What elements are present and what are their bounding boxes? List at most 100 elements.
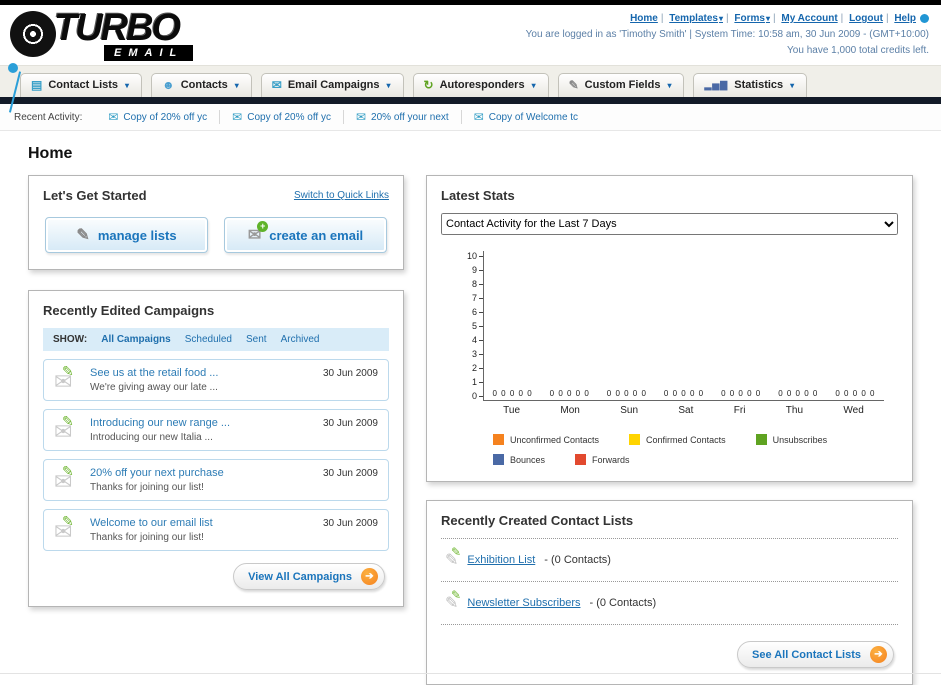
- campaign-title-link[interactable]: 20% off your next purchase: [90, 467, 306, 479]
- list-pencil-icon: [445, 593, 458, 613]
- value-label-group: 0 0 0 0 0: [663, 389, 705, 398]
- custom-fields-icon: ✎: [568, 78, 579, 92]
- recent-activity-text: Copy of Welcome tc: [488, 111, 579, 123]
- nav-tab-autoresponders[interactable]: ↻ Autoresponders: [412, 73, 549, 97]
- envelope-icon: [356, 110, 366, 124]
- header-links: Home| Templates| Forms| My Account| Logo…: [526, 11, 929, 27]
- page-bottom-border: [0, 673, 941, 683]
- legend-swatch: [575, 454, 587, 465]
- legend-label: Forwards: [592, 454, 630, 465]
- contact-list-name-link[interactable]: Exhibition List: [467, 554, 535, 566]
- logo-turbo-text: TURBO: [54, 7, 181, 49]
- logo-email-text: EMAIL: [104, 45, 194, 61]
- manage-lists-label: manage lists: [97, 227, 177, 243]
- arrow-right-icon: [870, 646, 887, 663]
- email-campaigns-icon: ✉: [271, 78, 282, 92]
- x-tick: Thu: [785, 405, 804, 416]
- manage-lists-button[interactable]: manage lists: [45, 217, 208, 253]
- campaign-row[interactable]: 20% off your next purchase Thanks for jo…: [43, 459, 389, 501]
- legend-label: Unconfirmed Contacts: [510, 434, 600, 445]
- chevron-down-icon: [386, 79, 391, 91]
- header-link-templates[interactable]: Templates: [669, 13, 723, 24]
- y-tick: 10: [467, 251, 483, 261]
- chart-value-labels: 0 0 0 0 0 0 0 0 0 0 0 0 0 0 0 0 0 0 0 0 …: [484, 389, 884, 398]
- left-column: Let's Get Started Switch to Quick Links …: [28, 175, 404, 607]
- header-link-help[interactable]: Help: [894, 13, 916, 24]
- contact-list-count: - (0 Contacts): [544, 554, 611, 566]
- value-label-group: 0 0 0 0 0: [778, 389, 819, 398]
- nav-tab-contacts[interactable]: ☻ Contacts: [151, 73, 252, 97]
- nav-tab-email-campaigns[interactable]: ✉ Email Campaigns: [260, 73, 404, 97]
- nav-tab-label: Contacts: [180, 79, 228, 91]
- value-label-group: 0 0 0 0 0: [835, 389, 876, 398]
- chevron-down-icon: [718, 13, 723, 24]
- contact-list-item[interactable]: Newsletter Subscribers - (0 Contacts): [441, 582, 898, 625]
- nav-tab-contact-lists[interactable]: ▤ Contact Lists: [20, 73, 143, 97]
- campaign-title-link[interactable]: See us at the retail food ...: [90, 367, 306, 379]
- help-dot-icon: [920, 13, 929, 23]
- filter-tab-scheduled[interactable]: Scheduled: [185, 334, 232, 345]
- recent-activity-item[interactable]: Copy of 20% off yc: [220, 110, 344, 124]
- campaign-subtitle: Thanks for joining our list!: [90, 532, 204, 543]
- legend-item-unconfirmed: Unconfirmed Contacts: [493, 434, 599, 445]
- latest-stats-title: Latest Stats: [441, 188, 515, 203]
- campaign-subtitle: Introducing our new Italia ...: [90, 432, 213, 443]
- legend-swatch: [755, 434, 767, 445]
- campaign-title-link[interactable]: Introducing our new range ...: [90, 417, 306, 429]
- see-all-contact-lists-label: See All Contact Lists: [751, 648, 861, 661]
- header-link-logout[interactable]: Logout: [849, 13, 883, 24]
- autoresponders-icon: ↻: [423, 78, 434, 92]
- get-started-panel: Let's Get Started Switch to Quick Links …: [28, 175, 404, 270]
- latest-stats-panel: Latest Stats Contact Activity for the La…: [426, 175, 913, 482]
- see-all-contact-lists-button[interactable]: See All Contact Lists: [736, 641, 894, 668]
- turbo-email-logo: TURBO EMAIL: [8, 7, 298, 113]
- chart-y-axis: 10 9 8 7 6 5 4 3 2 1 0: [441, 251, 483, 401]
- contact-list-count: - (0 Contacts): [589, 597, 657, 609]
- stats-range-select[interactable]: Contact Activity for the Last 7 Days: [441, 213, 898, 235]
- envelope-icon: [232, 110, 242, 124]
- campaign-date: 30 Jun 2009: [322, 468, 378, 479]
- campaign-row[interactable]: Welcome to our email list Thanks for joi…: [43, 509, 389, 551]
- y-tick: 4: [472, 335, 483, 345]
- header-link-home[interactable]: Home: [630, 13, 658, 24]
- login-info: You are logged in as 'Timothy Smith' | S…: [525, 29, 929, 40]
- create-email-button[interactable]: + create an email: [224, 217, 387, 253]
- view-all-campaigns-label: View All Campaigns: [248, 570, 352, 583]
- get-started-title: Let's Get Started: [43, 188, 147, 203]
- x-tick: Wed: [843, 405, 864, 416]
- recent-activity-item[interactable]: Copy of 20% off yc: [96, 110, 221, 124]
- recent-activity-item[interactable]: Copy of Welcome tc: [462, 110, 590, 124]
- legend-item-unsubscribes: Unsubscribes: [755, 434, 827, 445]
- y-tick: 8: [472, 279, 483, 289]
- recent-activity-item[interactable]: 20% off your next: [344, 110, 462, 124]
- nav-tab-label: Contact Lists: [48, 79, 119, 91]
- show-label: SHOW:: [53, 334, 88, 345]
- statistics-icon: ▂▅▇: [704, 79, 729, 90]
- nav-tab-statistics[interactable]: ▂▅▇ Statistics: [693, 73, 808, 97]
- contact-lists-title: Recently Created Contact Lists: [441, 513, 634, 528]
- envelope-pencil-icon: [54, 419, 72, 445]
- recent-activity-text: 20% off your next: [371, 111, 449, 123]
- header-link-forms[interactable]: Forms: [734, 13, 770, 24]
- campaign-row[interactable]: Introducing our new range ... Introducin…: [43, 409, 389, 451]
- contact-list-name-link[interactable]: Newsletter Subscribers: [467, 597, 580, 609]
- link-separator: |: [726, 13, 729, 24]
- view-all-campaigns-button[interactable]: View All Campaigns: [233, 563, 385, 590]
- filter-tab-all-campaigns[interactable]: All Campaigns: [101, 334, 170, 345]
- envelope-pencil-icon: [54, 369, 72, 395]
- page-title: Home: [28, 145, 73, 162]
- switch-quick-links-link[interactable]: Switch to Quick Links: [294, 190, 389, 201]
- campaign-row[interactable]: See us at the retail food ... We're givi…: [43, 359, 389, 401]
- header-link-my-account[interactable]: My Account: [781, 13, 837, 24]
- contacts-icon: ☻: [162, 78, 175, 92]
- campaign-title-link[interactable]: Welcome to our email list: [90, 517, 306, 529]
- chart-legend: Unconfirmed Contacts Confirmed Contacts …: [493, 434, 873, 465]
- envelope-pencil-icon: [54, 519, 72, 545]
- envelope-pencil-icon: [54, 469, 72, 495]
- filter-tab-sent[interactable]: Sent: [246, 334, 267, 345]
- nav-tab-custom-fields[interactable]: ✎ Custom Fields: [557, 73, 685, 97]
- contact-list-item[interactable]: Exhibition List - (0 Contacts): [441, 539, 898, 582]
- y-tick: 7: [472, 293, 483, 303]
- filter-tab-archived[interactable]: Archived: [281, 334, 320, 345]
- header-right: Home| Templates| Forms| My Account| Logo…: [526, 9, 929, 65]
